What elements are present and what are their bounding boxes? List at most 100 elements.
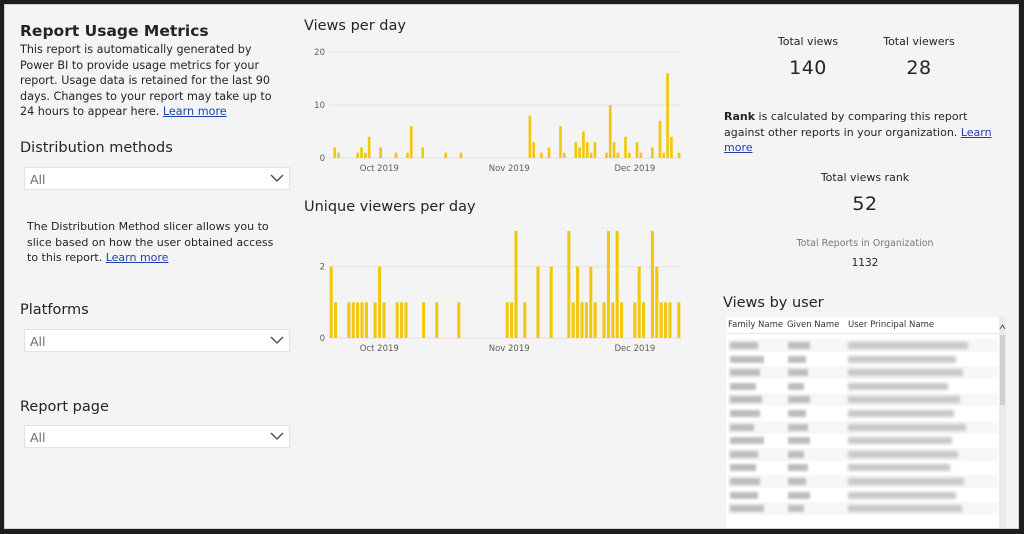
report-page-dropdown[interactable]: All — [24, 425, 290, 448]
scroll-up-icon[interactable] — [999, 323, 1006, 331]
bar[interactable] — [655, 266, 659, 338]
distribution-learn-more-link[interactable]: Learn more — [106, 251, 169, 264]
bar[interactable] — [658, 120, 662, 158]
bar[interactable] — [628, 152, 631, 158]
table-row[interactable] — [728, 366, 998, 380]
platforms-dropdown[interactable]: All — [24, 329, 290, 352]
bar[interactable] — [662, 152, 666, 158]
table-scrollbar[interactable] — [999, 317, 1006, 528]
bar[interactable] — [360, 147, 363, 158]
bar[interactable] — [549, 266, 553, 338]
bar[interactable] — [650, 147, 654, 158]
bar[interactable] — [584, 302, 588, 338]
bar[interactable] — [329, 266, 333, 338]
views-by-user-table[interactable]: Family Name Given Name User Principal Na… — [726, 317, 1006, 528]
bar[interactable] — [360, 302, 364, 338]
table-row[interactable] — [728, 352, 998, 366]
bar[interactable] — [536, 266, 540, 338]
table-row[interactable] — [728, 434, 998, 448]
bar[interactable] — [356, 152, 360, 158]
bar[interactable] — [670, 136, 673, 158]
bar[interactable] — [659, 302, 663, 338]
bar[interactable] — [677, 302, 681, 338]
bar[interactable] — [562, 152, 566, 158]
bar[interactable] — [616, 152, 620, 158]
bar[interactable] — [580, 302, 584, 338]
bar[interactable] — [637, 266, 641, 338]
bar[interactable] — [608, 105, 612, 158]
bar[interactable] — [367, 136, 371, 158]
table-row[interactable] — [728, 379, 998, 393]
bar[interactable] — [514, 231, 518, 338]
bar[interactable] — [459, 152, 463, 158]
bar[interactable] — [650, 231, 654, 338]
bar[interactable] — [578, 147, 581, 158]
bar[interactable] — [382, 302, 386, 338]
learn-more-link[interactable]: Learn more — [163, 105, 227, 118]
bar[interactable] — [612, 142, 616, 158]
bar[interactable] — [571, 302, 575, 338]
distribution-methods-dropdown[interactable]: All — [24, 167, 290, 190]
table-row[interactable] — [728, 393, 998, 407]
bar[interactable] — [356, 302, 360, 338]
column-header-family-name[interactable]: Family Name — [728, 320, 783, 330]
bar[interactable] — [639, 152, 643, 158]
bar[interactable] — [567, 231, 571, 338]
bar[interactable] — [559, 126, 562, 158]
bar[interactable] — [510, 302, 514, 338]
table-row[interactable] — [728, 475, 998, 488]
scroll-thumb[interactable] — [1000, 335, 1005, 405]
bar[interactable] — [582, 131, 585, 159]
table-row[interactable] — [728, 461, 998, 475]
bar[interactable] — [364, 152, 367, 158]
bar[interactable] — [532, 142, 536, 158]
bar[interactable] — [593, 302, 597, 338]
bar[interactable] — [406, 152, 409, 158]
bar[interactable] — [444, 152, 448, 158]
bar[interactable] — [677, 152, 681, 158]
bar[interactable] — [574, 142, 578, 158]
bar[interactable] — [505, 302, 509, 338]
column-header-user-principal-name[interactable]: User Principal Name — [848, 320, 934, 330]
bar[interactable] — [457, 302, 461, 338]
bar[interactable] — [668, 302, 672, 338]
bar[interactable] — [337, 152, 340, 158]
bar[interactable] — [400, 302, 404, 338]
bar[interactable] — [605, 152, 608, 158]
table-row[interactable] — [728, 447, 998, 461]
bar[interactable] — [611, 302, 615, 338]
table-row[interactable] — [728, 420, 998, 434]
bar[interactable] — [602, 302, 606, 338]
table-row[interactable] — [728, 407, 998, 420]
table-row[interactable] — [728, 488, 998, 502]
bar[interactable] — [334, 302, 338, 338]
bar[interactable] — [404, 302, 408, 338]
bar[interactable] — [633, 302, 637, 338]
bar[interactable] — [364, 302, 368, 338]
bar[interactable] — [394, 152, 398, 158]
bar[interactable] — [523, 302, 527, 338]
bar[interactable] — [379, 147, 382, 158]
bar[interactable] — [395, 302, 399, 338]
unique-viewers-chart[interactable]: 0 2 Oct 2019 Nov 2019 Dec 2019 — [301, 227, 686, 352]
bar[interactable] — [585, 142, 589, 158]
bar[interactable] — [409, 126, 413, 158]
bar[interactable] — [528, 115, 532, 158]
table-row[interactable] — [728, 502, 998, 516]
bar[interactable] — [351, 302, 355, 338]
bar[interactable] — [540, 152, 543, 158]
bar[interactable] — [589, 152, 593, 158]
bar[interactable] — [620, 302, 624, 338]
bar[interactable] — [635, 142, 639, 158]
bar[interactable] — [606, 231, 610, 338]
column-header-given-name[interactable]: Given Name — [787, 320, 839, 330]
table-row[interactable] — [728, 339, 998, 352]
bar[interactable] — [422, 302, 426, 338]
bar[interactable] — [373, 302, 377, 338]
bar[interactable] — [576, 266, 580, 338]
bar[interactable] — [642, 302, 646, 338]
bar[interactable] — [664, 302, 668, 338]
bar[interactable] — [547, 147, 551, 158]
bar[interactable] — [347, 302, 351, 338]
bar[interactable] — [615, 231, 619, 338]
